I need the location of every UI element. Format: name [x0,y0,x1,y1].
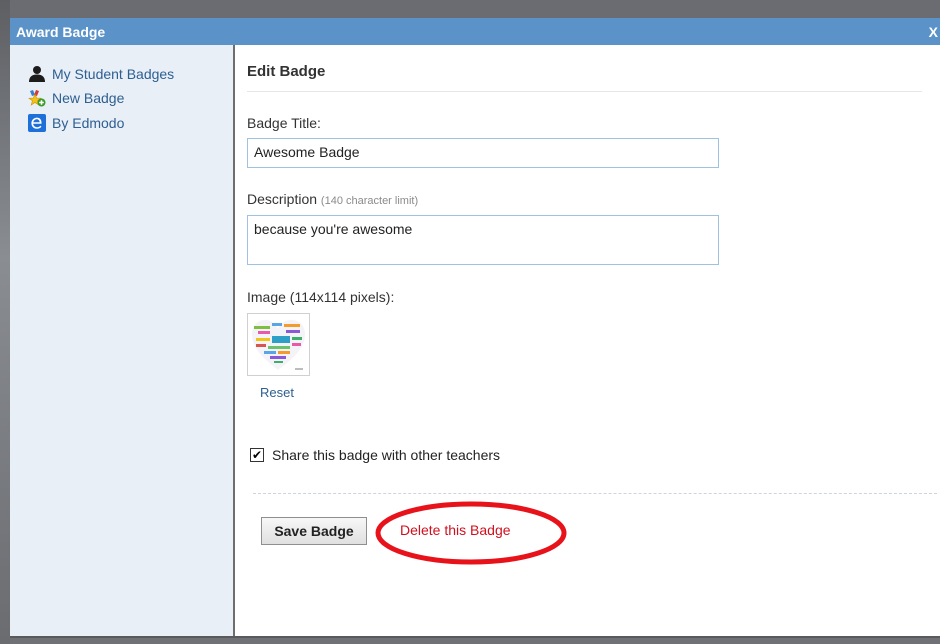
dialog-title: Award Badge [16,24,106,40]
sidebar-item-new-badge[interactable]: New Badge [28,88,124,108]
edmodo-logo-icon [28,114,46,132]
page-backdrop-left [0,0,10,644]
save-badge-button[interactable]: Save Badge [261,517,367,545]
dashed-divider [253,493,937,494]
share-option: ✔ Share this badge with other teachers [250,445,500,465]
page-title: Edit Badge [247,63,326,80]
image-label: Image (114x114 pixels): [247,289,395,305]
award-badge-dialog: Award Badge X My Student Badges New Badg… [10,18,940,638]
close-button[interactable]: X [929,24,938,40]
badge-title-label: Badge Title: [247,115,321,131]
description-textarea[interactable]: because you're awesome [247,215,719,265]
person-icon [28,65,46,83]
badge-image [247,313,310,376]
new-badge-star-icon [28,89,46,107]
description-label-row: Description (140 character limit) [247,191,418,207]
checkmark-icon: ✔ [251,448,263,462]
sidebar-item-label: By Edmodo [52,115,125,131]
sidebar: My Student Badges New Badge By Edmodo [10,45,235,636]
sidebar-item-my-student-badges[interactable]: My Student Badges [28,64,174,84]
sidebar-item-by-edmodo[interactable]: By Edmodo [28,113,124,133]
share-checkbox[interactable]: ✔ [250,448,264,462]
sidebar-item-label: My Student Badges [52,66,175,82]
page-backdrop [0,0,940,18]
description-label: Description [247,191,318,207]
dialog-titlebar: Award Badge X [10,18,940,45]
badge-title-input[interactable]: Awesome Badge [247,138,719,168]
description-hint: (140 character limit) [320,195,419,207]
reset-image-link[interactable]: Reset [260,385,294,400]
share-checkbox-label[interactable]: Share this badge with other teachers [272,447,500,463]
heading-divider [247,91,922,92]
edit-badge-panel: Edit Badge Badge Title: Awesome Badge De… [247,45,937,636]
sidebar-item-label: New Badge [52,90,125,106]
delete-badge-link[interactable]: Delete this Badge [400,522,511,538]
